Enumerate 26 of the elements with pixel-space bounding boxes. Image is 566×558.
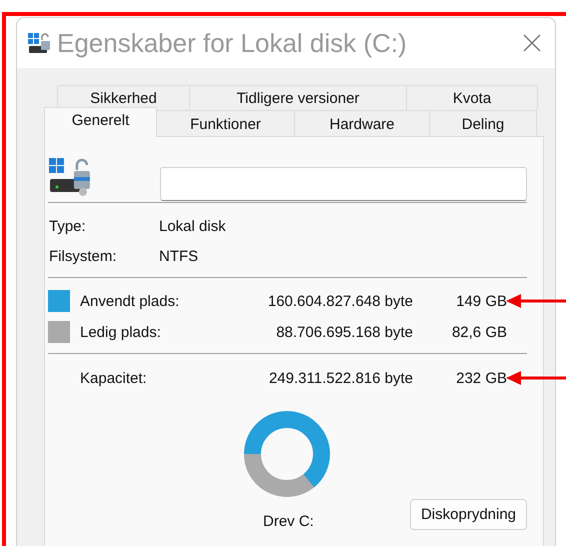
size-value: 232 GB [455, 370, 507, 386]
name-field[interactable] [160, 167, 527, 201]
info-label: Type: [49, 218, 87, 235]
disk-cleanup-button[interactable]: Diskoprydning [410, 499, 527, 530]
close-button[interactable] [523, 34, 541, 52]
drive-lock-icon [28, 32, 51, 54]
info-label: Filsystem: [49, 248, 118, 265]
info-value: NTFS [159, 248, 200, 265]
window-title: Egenskaber for Lokal disk (C:) [57, 28, 407, 58]
annotation-arrow [506, 294, 566, 308]
byte-count: 88.706.695.168 byte [275, 324, 413, 340]
drive-label: Drev C: [263, 513, 314, 530]
drive-lock-icon [48, 158, 92, 198]
size-value: 149 GB [455, 292, 507, 310]
space-label: Ledig plads: [79, 324, 162, 340]
size-value: 82,6 GB [450, 324, 507, 340]
tab[interactable]: Kvota [406, 85, 538, 110]
tab[interactable]: Generelt [44, 107, 157, 137]
space-label: Anvendt plads: [79, 292, 180, 310]
byte-count: 249.311.522.816 byte [268, 370, 413, 386]
annotation-arrow [506, 371, 566, 385]
tab[interactable]: Deling [429, 110, 537, 137]
info-value: Lokal disk [159, 218, 226, 235]
space-label: Kapacitet: [79, 370, 148, 386]
byte-count: 160.604.827.648 byte [266, 292, 413, 310]
tab[interactable]: Sikkerhed [57, 85, 190, 110]
